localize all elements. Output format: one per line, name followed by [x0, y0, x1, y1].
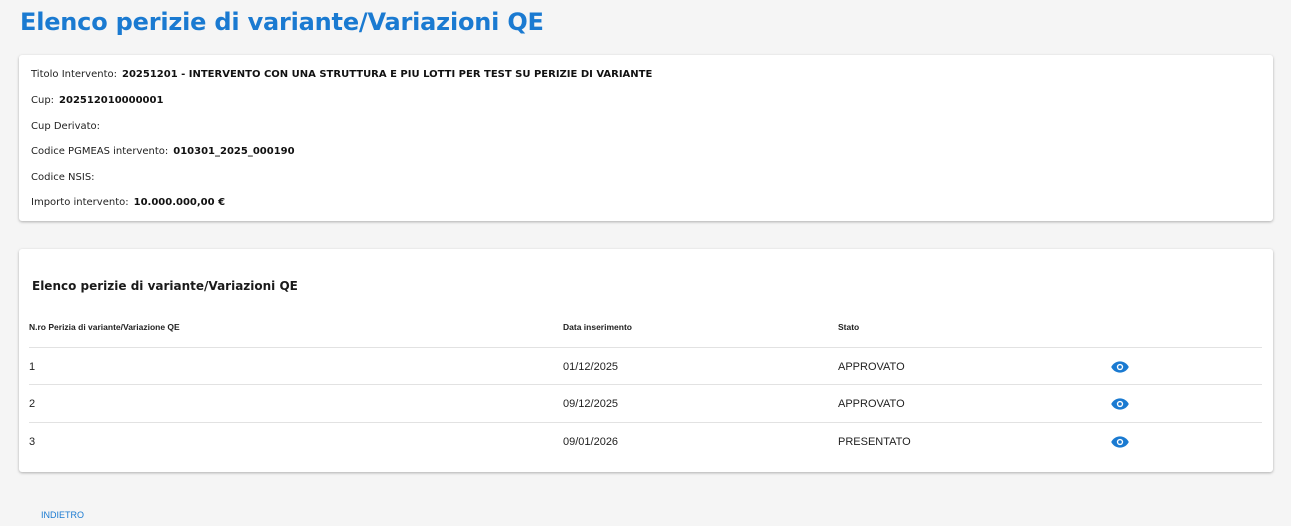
row-stato: PRESENTATO — [838, 436, 911, 448]
cup-label: Cup: — [31, 95, 55, 106]
back-button[interactable]: INDIETRO — [41, 509, 84, 521]
importo-label: Importo intervento: — [31, 197, 129, 208]
row-numero: 1 — [29, 361, 36, 373]
row-stato: APPROVATO — [838, 398, 905, 410]
perizie-list-card: Elenco perizie di variante/Variazioni QE… — [19, 249, 1273, 472]
table-row: 2 09/12/2025 APPROVATO — [29, 384, 1262, 421]
eye-icon[interactable] — [1111, 435, 1129, 449]
row-numero: 3 — [29, 436, 36, 448]
titolo-label: Titolo Intervento: — [31, 69, 117, 80]
info-row-cup: Cup: 202512010000001 — [31, 94, 163, 108]
table-row: 1 01/12/2025 APPROVATO — [29, 347, 1262, 384]
page-title: Elenco perizie di variante/Variazioni QE — [20, 8, 544, 36]
pgmeas-label: Codice PGMEAS intervento: — [31, 146, 169, 157]
info-row-cup-derivato: Cup Derivato: — [31, 120, 105, 134]
pgmeas-value: 010301_2025_000190 — [173, 146, 295, 157]
info-row-importo: Importo intervento: 10.000.000,00 € — [31, 196, 225, 210]
cup-derivato-label: Cup Derivato: — [31, 121, 101, 132]
eye-icon[interactable] — [1111, 397, 1129, 411]
nsis-label: Codice NSIS: — [31, 172, 95, 183]
list-title: Elenco perizie di variante/Variazioni QE — [32, 279, 298, 293]
header-stato: Stato — [838, 322, 860, 332]
row-stato: APPROVATO — [838, 361, 905, 373]
info-row-titolo: Titolo Intervento: 20251201 - INTERVENTO … — [31, 68, 652, 82]
cup-value: 202512010000001 — [59, 95, 164, 106]
row-data: 09/12/2025 — [563, 398, 619, 410]
importo-value: 10.000.000,00 € — [133, 197, 226, 208]
row-data: 09/01/2026 — [563, 436, 619, 448]
eye-icon[interactable] — [1111, 360, 1129, 374]
intervento-info-card: Titolo Intervento: 20251201 - INTERVENTO … — [19, 55, 1273, 221]
info-row-pgmeas: Codice PGMEAS intervento: 010301_2025_000… — [31, 145, 295, 159]
info-row-nsis: Codice NSIS: — [31, 171, 100, 185]
table-row: 3 09/01/2026 PRESENTATO — [29, 422, 1262, 459]
titolo-value: 20251201 - INTERVENTO CON UNA STRUTTURA … — [121, 69, 653, 80]
row-numero: 2 — [29, 398, 36, 410]
header-numero: N.ro Perizia di variante/Variazione QE — [29, 322, 180, 332]
row-data: 01/12/2025 — [563, 361, 619, 373]
header-data: Data inserimento — [563, 322, 632, 332]
